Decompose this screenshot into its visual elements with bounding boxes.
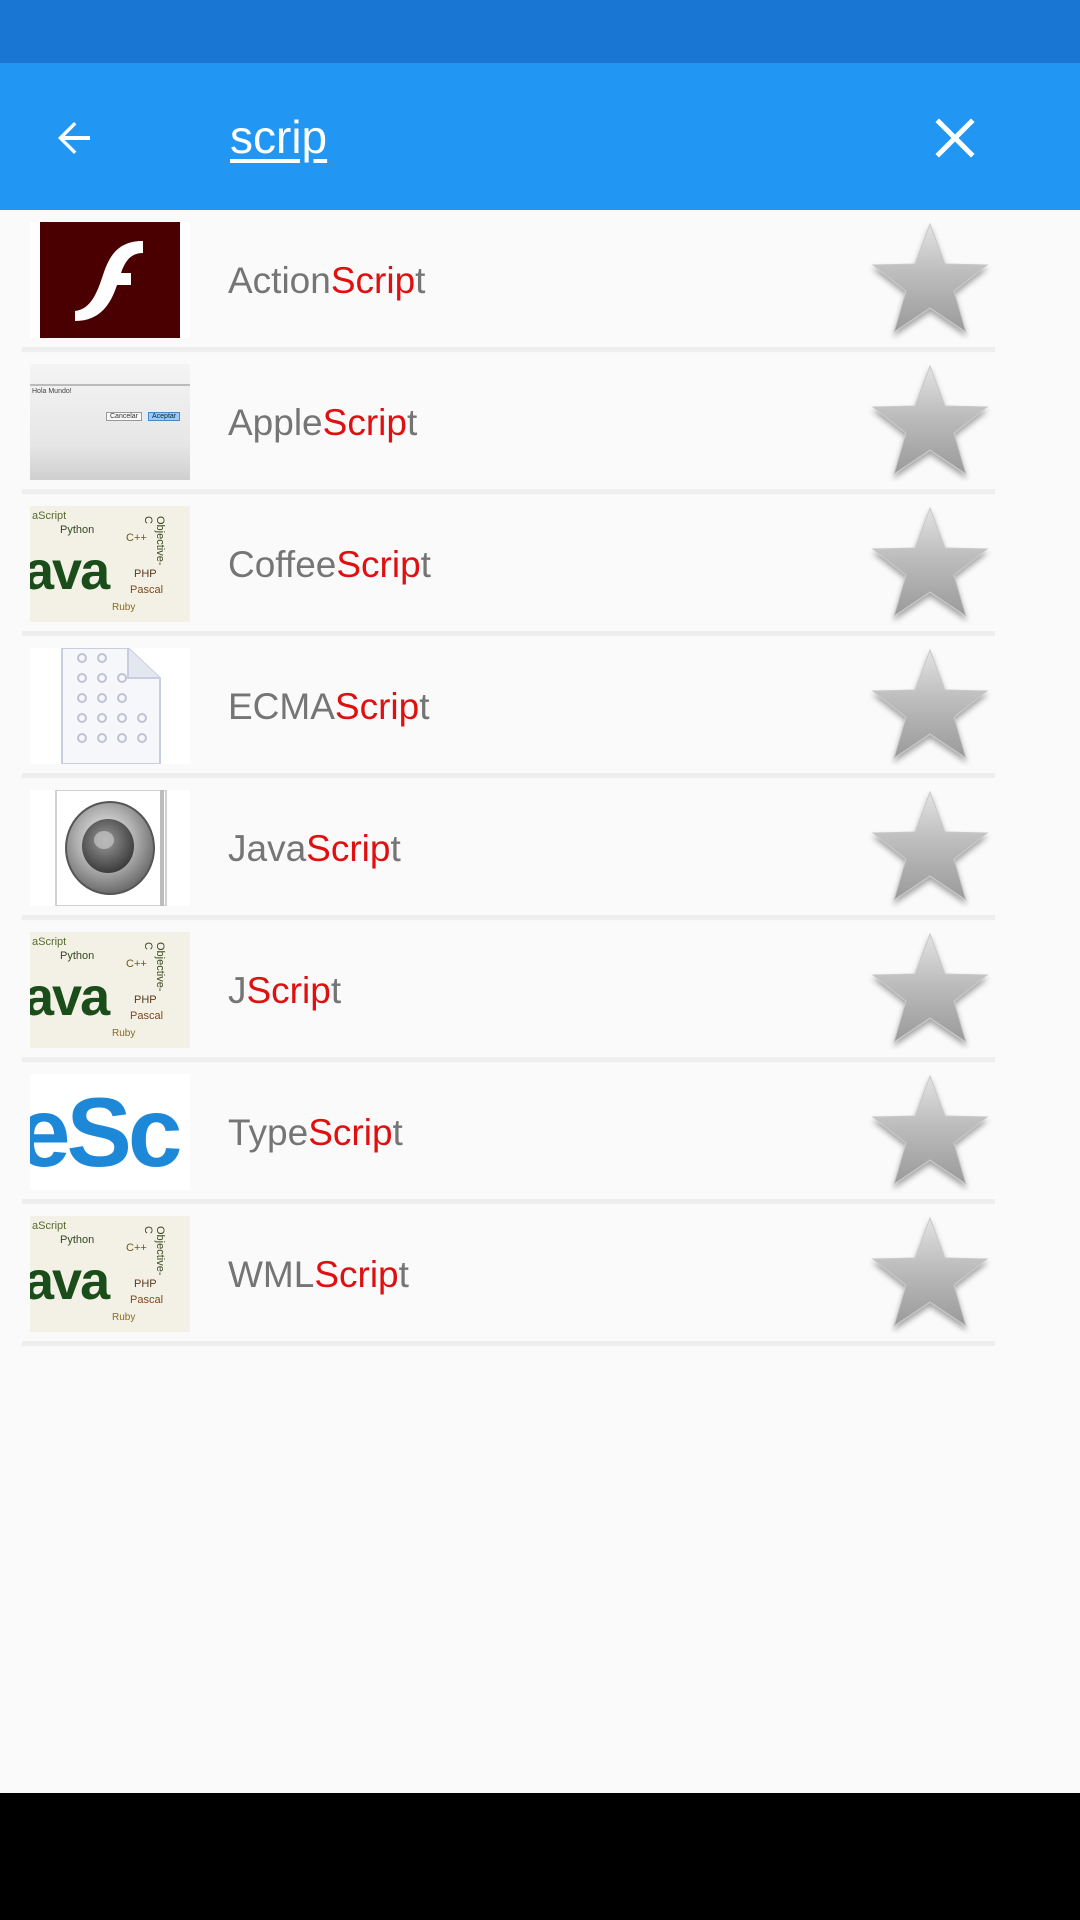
status-bar <box>0 0 1080 63</box>
divider <box>22 915 995 919</box>
favorite-star-icon[interactable] <box>868 646 992 766</box>
navigation-bar <box>0 1793 1080 1920</box>
match-highlight: Scrip <box>246 970 331 1011</box>
divider <box>22 1057 995 1061</box>
list-item[interactable]: JavaScript <box>0 778 1080 920</box>
list-item[interactable]: ActionScript <box>0 210 1080 352</box>
results-list: ActionScript Hola Mundo! Cancelar Acepta… <box>0 210 1080 1346</box>
flash-logo-icon <box>75 241 143 321</box>
result-label: WMLScript <box>228 1254 409 1295</box>
result-label: ECMAScript <box>228 686 430 727</box>
close-icon <box>935 118 975 158</box>
arrow-left-icon <box>58 122 90 154</box>
result-label: TypeScript <box>228 1112 403 1153</box>
word-cloud-thumbnail: aScript Python C++ ava PHP Pascal Object… <box>30 506 190 622</box>
divider <box>22 1199 995 1203</box>
match-highlight: Scrip <box>306 828 391 869</box>
list-item[interactable]: eSc TypeScript <box>0 1062 1080 1204</box>
document-thumbnail <box>30 648 190 764</box>
result-label: CoffeeScript <box>228 544 431 585</box>
divider <box>22 489 995 493</box>
back-button[interactable] <box>34 98 114 178</box>
divider <box>22 631 995 635</box>
result-label: ActionScript <box>228 260 426 301</box>
speaker-icon <box>55 790 167 906</box>
favorite-star-icon[interactable] <box>868 362 992 482</box>
list-item[interactable]: Hola Mundo! Cancelar Aceptar AppleScript <box>0 352 1080 494</box>
divider <box>22 773 995 777</box>
favorite-star-icon[interactable] <box>868 220 992 340</box>
result-label: AppleScript <box>228 402 418 443</box>
list-item[interactable]: aScript Python C++ ava PHP Pascal Object… <box>0 1204 1080 1346</box>
search-input[interactable] <box>230 99 870 175</box>
divider <box>22 1341 995 1345</box>
speaker-thumbnail <box>30 790 190 906</box>
typescript-logo-thumbnail: eSc <box>30 1074 190 1190</box>
match-highlight: Scrip <box>308 1112 393 1153</box>
favorite-star-icon[interactable] <box>868 504 992 624</box>
clear-search-button[interactable] <box>915 98 995 178</box>
match-highlight: Scrip <box>322 402 407 443</box>
flash-logo-thumbnail <box>30 222 190 338</box>
result-label: JScript <box>228 970 342 1011</box>
result-label: JavaScript <box>228 828 401 869</box>
match-highlight: Scrip <box>314 1254 399 1295</box>
list-item[interactable]: aScript Python C++ ava PHP Pascal Object… <box>0 494 1080 636</box>
match-highlight: Scrip <box>334 686 420 727</box>
match-highlight: Scrip <box>336 544 421 585</box>
list-item[interactable]: aScript Python C++ ava PHP Pascal Object… <box>0 920 1080 1062</box>
app-bar <box>0 63 1080 210</box>
list-item[interactable]: ECMAScript <box>0 636 1080 778</box>
word-cloud-thumbnail: aScript Python C++ ava PHP Pascal Object… <box>30 932 190 1048</box>
divider <box>22 347 995 351</box>
favorite-star-icon[interactable] <box>868 1072 992 1192</box>
word-cloud-thumbnail: aScript Python C++ ava PHP Pascal Object… <box>30 1216 190 1332</box>
favorite-star-icon[interactable] <box>868 930 992 1050</box>
document-icon <box>61 648 161 764</box>
favorite-star-icon[interactable] <box>868 788 992 908</box>
favorite-star-icon[interactable] <box>868 1214 992 1334</box>
match-highlight: Scrip <box>330 260 416 301</box>
dialog-screenshot-thumbnail: Hola Mundo! Cancelar Aceptar <box>30 364 190 480</box>
